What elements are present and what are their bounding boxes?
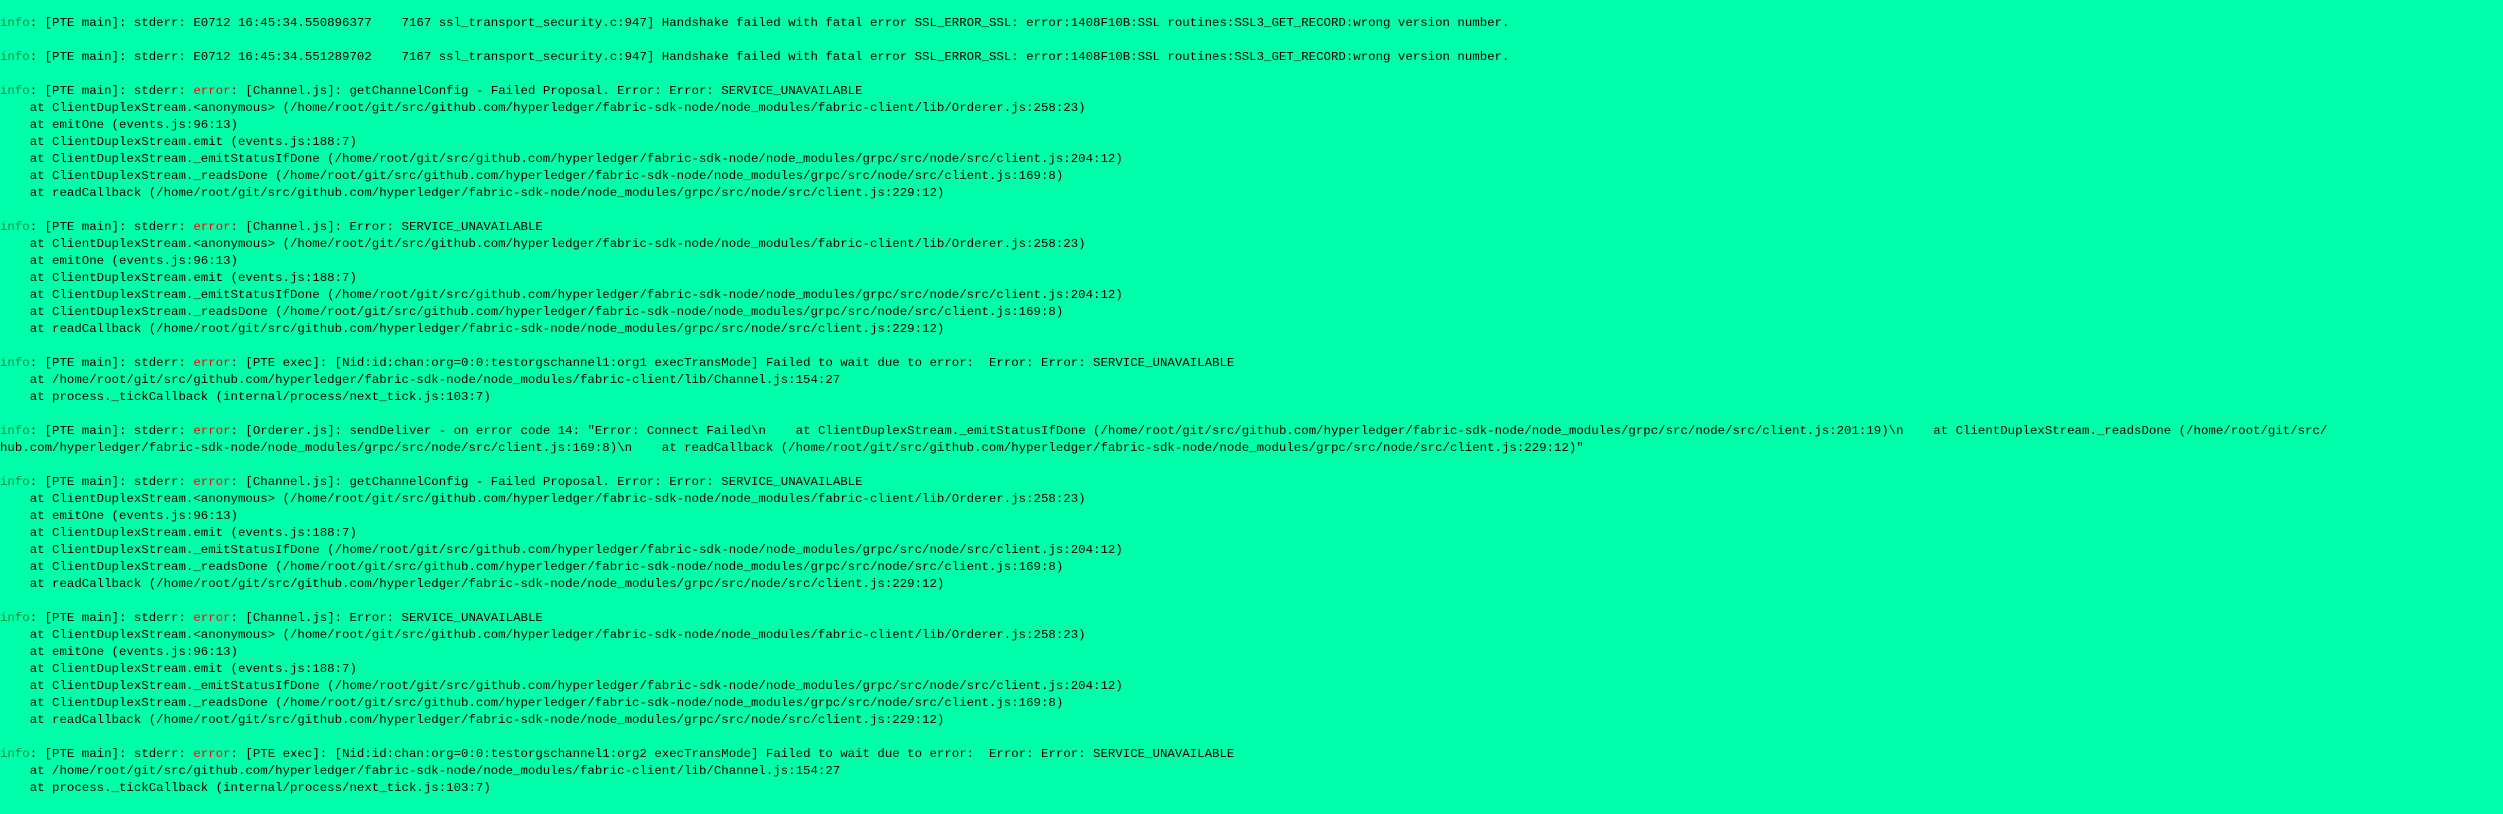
stack-trace-line: at emitOne (events.js:96:13) xyxy=(0,509,238,523)
stack-trace-line: at ClientDuplexStream._readsDone (/home/… xyxy=(0,560,1064,574)
stack-trace-line: at emitOne (events.js:96:13) xyxy=(0,645,238,659)
log-message: : [PTE main]: stderr: E0712 16:45:34.551… xyxy=(29,50,1510,64)
stack-trace-line: at ClientDuplexStream.emit (events.js:18… xyxy=(0,271,357,285)
log-entry: info: [PTE main]: stderr: error: [PTE ex… xyxy=(0,746,2503,797)
log-line: info: [PTE main]: stderr: E0712 16:45:34… xyxy=(0,49,2503,66)
log-level-label: info xyxy=(0,424,30,438)
stack-trace-line: at ClientDuplexStream.<anonymous> (/home… xyxy=(0,628,1086,642)
log-entry: info: [PTE main]: stderr: error: [Channe… xyxy=(0,219,2503,338)
log-message: : [PTE exec]: [Nid:id:chan:org=0:0:testo… xyxy=(230,747,1235,761)
log-message: : [Channel.js]: getChannelConfig - Faile… xyxy=(230,475,863,489)
log-prefix: : [PTE main]: stderr: xyxy=(29,84,194,98)
log-message: : [Channel.js]: Error: SERVICE_UNAVAILAB… xyxy=(230,220,543,234)
stack-trace-line: at ClientDuplexStream.emit (events.js:18… xyxy=(0,135,357,149)
log-level-label: info xyxy=(0,84,30,98)
log-entry: info: [PTE main]: stderr: error: [PTE ex… xyxy=(0,355,2503,406)
log-line: info: [PTE main]: stderr: error: [Channe… xyxy=(0,474,2503,491)
log-entry: info: [PTE main]: stderr: error: [Channe… xyxy=(0,610,2503,729)
stack-trace-line: at ClientDuplexStream._emitStatusIfDone … xyxy=(0,543,1123,557)
log-line: info: [PTE main]: stderr: E0712 16:45:34… xyxy=(0,15,2503,32)
log-entry: info: [PTE main]: stderr: error: [Channe… xyxy=(0,474,2503,593)
stack-trace-line: at readCallback (/home/root/git/src/gith… xyxy=(0,186,945,200)
stack-trace-line: at ClientDuplexStream.<anonymous> (/home… xyxy=(0,492,1086,506)
error-label: error xyxy=(193,611,231,625)
log-prefix: : [PTE main]: stderr: xyxy=(29,747,194,761)
log-level-label: info xyxy=(0,611,30,625)
log-level-label: info xyxy=(0,220,30,234)
log-message: : [Orderer.js]: sendDeliver - on error c… xyxy=(230,424,2328,438)
stack-trace-line: at /home/root/git/src/github.com/hyperle… xyxy=(0,764,841,778)
log-line: info: [PTE main]: stderr: error: [Ordere… xyxy=(0,423,2503,440)
error-label: error xyxy=(193,84,231,98)
stack-trace-line: at ClientDuplexStream._emitStatusIfDone … xyxy=(0,679,1123,693)
stack-trace-line: at ClientDuplexStream._readsDone (/home/… xyxy=(0,305,1064,319)
log-line: info: [PTE main]: stderr: error: [Channe… xyxy=(0,219,2503,236)
stack-trace-line: at process._tickCallback (internal/proce… xyxy=(0,781,491,795)
log-message: : [Channel.js]: Error: SERVICE_UNAVAILAB… xyxy=(230,611,543,625)
stack-trace-line: at readCallback (/home/root/git/src/gith… xyxy=(0,322,945,336)
log-prefix: : [PTE main]: stderr: xyxy=(29,475,194,489)
log-level-label: info xyxy=(0,475,30,489)
stack-trace-line: at readCallback (/home/root/git/src/gith… xyxy=(0,713,945,727)
stack-trace-line: at ClientDuplexStream.<anonymous> (/home… xyxy=(0,101,1086,115)
stack-trace-line: at ClientDuplexStream.<anonymous> (/home… xyxy=(0,237,1086,251)
stack-trace-line: at ClientDuplexStream.emit (events.js:18… xyxy=(0,526,357,540)
stack-trace-line: at ClientDuplexStream._emitStatusIfDone … xyxy=(0,288,1123,302)
error-label: error xyxy=(193,747,231,761)
stack-trace-line: at emitOne (events.js:96:13) xyxy=(0,254,238,268)
error-label: error xyxy=(193,220,231,234)
stack-trace-line: at ClientDuplexStream._readsDone (/home/… xyxy=(0,169,1064,183)
stack-trace-line: at ClientDuplexStream.emit (events.js:18… xyxy=(0,662,357,676)
stack-trace-line: at ClientDuplexStream._readsDone (/home/… xyxy=(0,696,1064,710)
log-prefix: : [PTE main]: stderr: xyxy=(29,424,194,438)
log-prefix: : [PTE main]: stderr: xyxy=(29,611,194,625)
log-entry: info: [PTE main]: stderr: E0712 16:45:34… xyxy=(0,15,2503,32)
log-entry: info: [PTE main]: stderr: error: [Channe… xyxy=(0,83,2503,202)
log-level-label: info xyxy=(0,747,30,761)
error-label: error xyxy=(193,424,231,438)
error-label: error xyxy=(193,356,231,370)
log-entry: info: [PTE main]: stderr: E0712 16:45:34… xyxy=(0,49,2503,66)
log-level-label: info xyxy=(0,356,30,370)
log-line: info: [PTE main]: stderr: error: [PTE ex… xyxy=(0,746,2503,763)
log-line: info: [PTE main]: stderr: error: [Channe… xyxy=(0,610,2503,627)
stack-trace-line: at /home/root/git/src/github.com/hyperle… xyxy=(0,373,841,387)
log-message: : [PTE main]: stderr: E0712 16:45:34.550… xyxy=(29,16,1510,30)
log-prefix: : [PTE main]: stderr: xyxy=(29,356,194,370)
log-level-label: info xyxy=(0,50,30,64)
log-prefix: : [PTE main]: stderr: xyxy=(29,220,194,234)
log-line: info: [PTE main]: stderr: error: [Channe… xyxy=(0,83,2503,100)
log-message: : [Channel.js]: getChannelConfig - Faile… xyxy=(230,84,863,98)
log-line: info: [PTE main]: stderr: error: [PTE ex… xyxy=(0,355,2503,372)
log-message: : [PTE exec]: [Nid:id:chan:org=0:0:testo… xyxy=(230,356,1235,370)
stack-trace-line: hub.com/hyperledger/fabric-sdk-node/node… xyxy=(0,441,1584,455)
stack-trace-line: at process._tickCallback (internal/proce… xyxy=(0,390,491,404)
terminal-output[interactable]: info: [PTE main]: stderr: E0712 16:45:34… xyxy=(0,15,2503,814)
log-level-label: info xyxy=(0,16,30,30)
error-label: error xyxy=(193,475,231,489)
stack-trace-line: at emitOne (events.js:96:13) xyxy=(0,118,238,132)
stack-trace-line: at ClientDuplexStream._emitStatusIfDone … xyxy=(0,152,1123,166)
log-entry: info: [PTE main]: stderr: error: [Ordere… xyxy=(0,423,2503,457)
stack-trace-line: at readCallback (/home/root/git/src/gith… xyxy=(0,577,945,591)
